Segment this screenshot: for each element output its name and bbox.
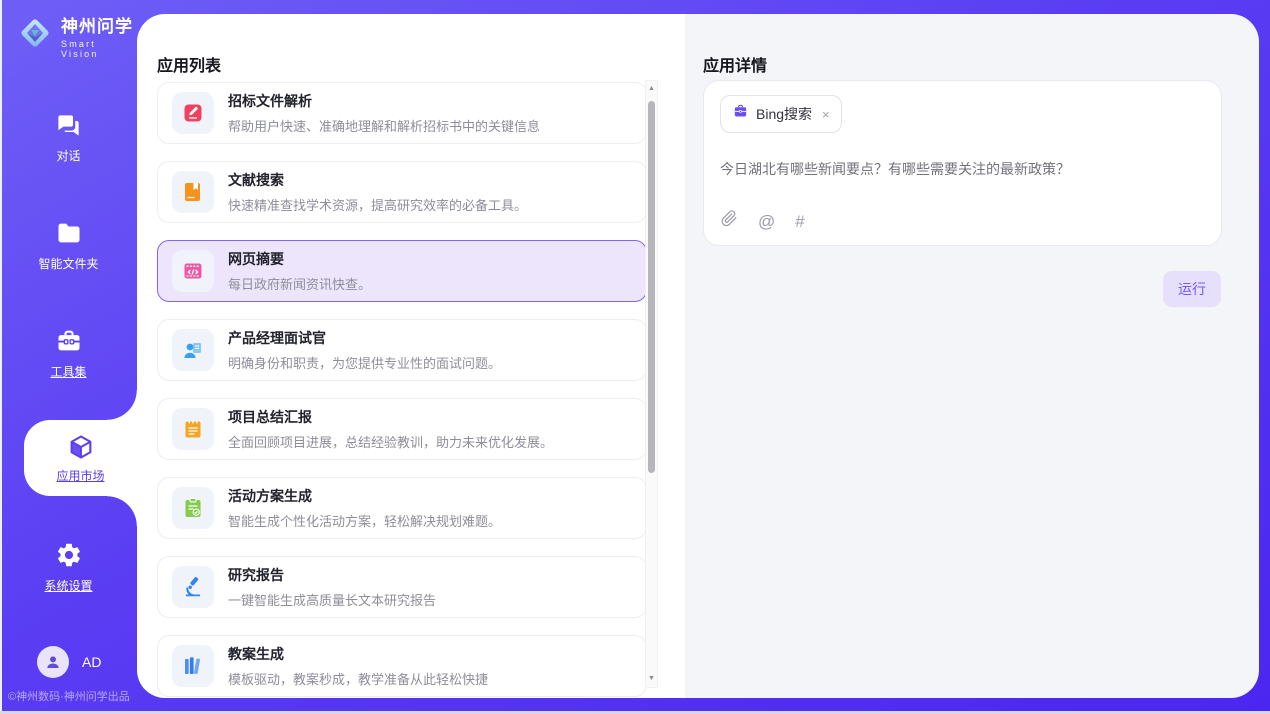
app-card-bid-parse[interactable]: 招标文件解析 帮助用户快速、准确地理解和解析招标书中的关键信息	[157, 82, 647, 144]
tool-tag-bing-search[interactable]: Bing搜索 ×	[720, 95, 842, 133]
app-detail-title: 应用详情	[703, 52, 767, 76]
app-card-title: 项目总结汇报	[228, 407, 553, 427]
bid-document-icon	[172, 92, 214, 134]
scrollbar-thumb[interactable]	[648, 101, 655, 473]
app-list-panel: 应用列表 招标文件解析 帮助用户快速、准确地理解和解析招标书中的关键信息	[137, 14, 685, 698]
run-button[interactable]: 运行	[1163, 271, 1221, 307]
app-card-title: 研究报告	[228, 565, 436, 585]
hash-icon[interactable]: #	[795, 213, 804, 230]
app-logo: 神州问学 Smart Vision	[16, 12, 137, 59]
app-card-project-summary[interactable]: 项目总结汇报 全面回顾项目进展，总结经验教训，助力未来优化发展。	[157, 398, 647, 460]
books-icon	[172, 645, 214, 687]
attachment-toolbar: @ #	[721, 210, 805, 232]
app-list-title: 应用列表	[157, 52, 221, 76]
sidebar-item-label: 应用市场	[56, 467, 104, 484]
app-card-title: 产品经理面试官	[228, 328, 501, 348]
app-detail-panel: 应用详情 Bing搜索 × 今日湖北有哪些新闻要点？有哪些需要关注的最新政策？	[685, 14, 1259, 698]
web-summary-icon	[172, 250, 214, 292]
scroll-up-icon[interactable]: ▲	[646, 83, 657, 95]
app-card-title: 教案生成	[228, 644, 488, 664]
app-card-literature-search[interactable]: 文献搜索 快速精准查找学术资源，提高研究效率的必备工具。	[157, 161, 647, 223]
app-card-description: 每日政府新闻资讯快查。	[228, 274, 371, 293]
app-card-pm-interviewer[interactable]: 产品经理面试官 明确身份和职责，为您提供专业性的面试问题。	[157, 319, 647, 381]
window-left-edge	[0, 0, 2, 714]
app-card-list: 招标文件解析 帮助用户快速、准确地理解和解析招标书中的关键信息 文献搜索 快速精…	[157, 82, 647, 698]
query-input-text[interactable]: 今日湖北有哪些新闻要点？有哪些需要关注的最新政策？	[720, 159, 1205, 179]
sidebar-item-smart-folder[interactable]: 智能文件夹	[0, 218, 137, 272]
app-card-research-report[interactable]: 研究报告 一键智能生成高质量长文本研究报告	[157, 556, 647, 618]
close-icon[interactable]: ×	[822, 107, 830, 122]
user-name: AD	[82, 654, 101, 670]
toolbox-icon	[54, 326, 84, 356]
gear-icon	[54, 540, 84, 570]
briefcase-icon	[732, 103, 749, 125]
paperclip-icon[interactable]	[721, 210, 738, 232]
scroll-down-icon[interactable]: ▼	[646, 673, 657, 685]
app-card-description: 帮助用户快速、准确地理解和解析招标书中的关键信息	[228, 116, 540, 135]
sidebar-item-settings[interactable]: 系统设置	[0, 540, 137, 594]
user-account[interactable]: AD	[37, 646, 101, 678]
app-card-description: 明确身份和职责，为您提供专业性的面试问题。	[228, 353, 501, 372]
app-card-web-summary[interactable]: 网页摘要 每日政府新闻资讯快查。	[157, 240, 647, 302]
logo-title: 神州问学	[61, 12, 137, 37]
sidebar: 神州问学 Smart Vision 对话 智能文件夹	[0, 0, 137, 714]
sidebar-item-label: 工具集	[50, 363, 86, 380]
app-card-description: 快速精准查找学术资源，提高研究效率的必备工具。	[228, 195, 527, 214]
diamond-logo-icon	[16, 14, 54, 57]
app-card-lesson-plan[interactable]: 教案生成 模板驱动，教案秒成，教学准备从此轻松快捷	[157, 635, 647, 697]
mention-icon[interactable]: @	[758, 213, 775, 230]
sidebar-item-label: 对话	[56, 147, 80, 164]
prompt-card[interactable]: Bing搜索 × 今日湖北有哪些新闻要点？有哪些需要关注的最新政策？ @ #	[703, 80, 1222, 246]
app-card-title: 活动方案生成	[228, 486, 501, 506]
app-list-scrollbar[interactable]: ▲ ▼	[645, 80, 658, 688]
notepad-icon	[172, 408, 214, 450]
chat-icon	[54, 110, 84, 140]
app-card-description: 智能生成个性化活动方案，轻松解决规划难题。	[228, 511, 501, 530]
sidebar-item-toolbox[interactable]: 工具集	[0, 326, 137, 380]
interviewer-person-icon	[172, 329, 214, 371]
sidebar-item-chat[interactable]: 对话	[0, 110, 137, 164]
tool-tag-label: Bing搜索	[756, 104, 812, 124]
microscope-icon	[172, 566, 214, 608]
sidebar-item-label: 系统设置	[44, 577, 92, 594]
app-card-event-plan[interactable]: 活动方案生成 智能生成个性化活动方案，轻松解决规划难题。	[157, 477, 647, 539]
app-card-title: 文献搜索	[228, 170, 527, 190]
cube-icon	[66, 432, 96, 462]
sidebar-item-label: 智能文件夹	[38, 255, 98, 272]
app-card-description: 模板驱动，教案秒成，教学准备从此轻松快捷	[228, 669, 488, 688]
app-card-title: 网页摘要	[228, 249, 371, 269]
folder-icon	[54, 218, 84, 248]
copyright-text: ©神州数码·神州问学出品	[8, 688, 130, 704]
app-card-description: 一键智能生成高质量长文本研究报告	[228, 590, 436, 609]
main-container: 应用列表 招标文件解析 帮助用户快速、准确地理解和解析招标书中的关键信息	[137, 14, 1259, 698]
clipboard-check-icon	[172, 487, 214, 529]
sidebar-item-app-market[interactable]: 应用市场	[24, 420, 137, 496]
logo-subtitle: Smart Vision	[61, 39, 137, 59]
literature-book-icon	[172, 171, 214, 213]
app-card-title: 招标文件解析	[228, 91, 540, 111]
app-card-description: 全面回顾项目进展，总结经验教训，助力未来优化发展。	[228, 432, 553, 451]
user-avatar-icon	[37, 646, 69, 678]
